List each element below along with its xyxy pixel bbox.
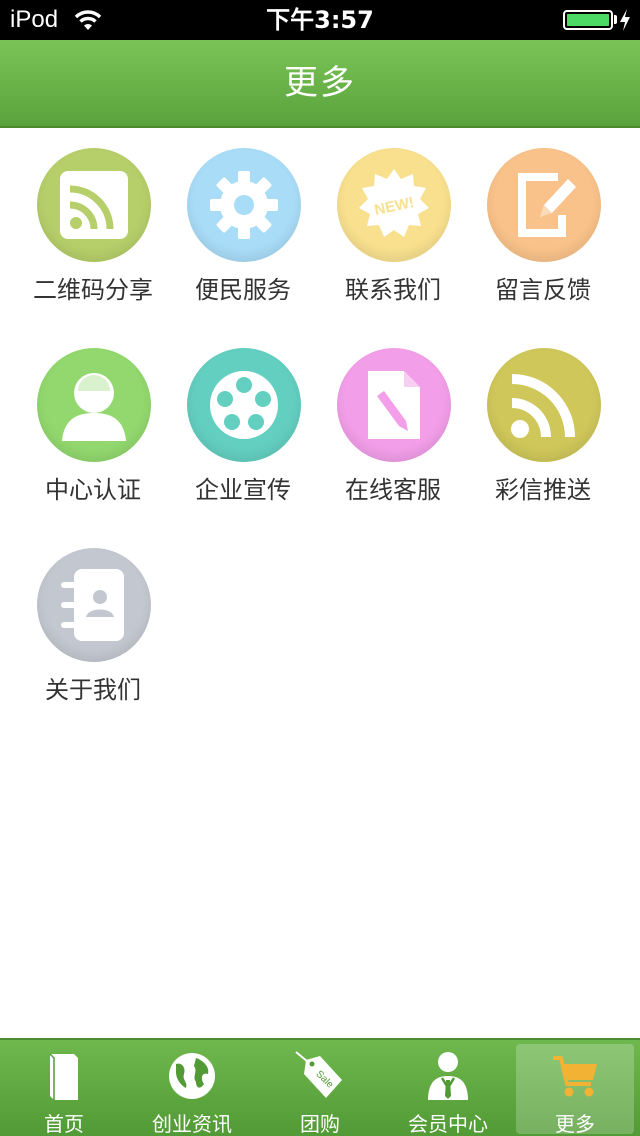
gear-icon xyxy=(210,171,278,239)
tile-circle: NEW! xyxy=(337,148,451,262)
tile-label: 联系我们 xyxy=(345,276,441,304)
battery-tip xyxy=(614,15,617,24)
tile-center-certification[interactable]: 中心认证 xyxy=(18,328,168,508)
rss-square-icon xyxy=(60,171,128,239)
tile-online-service[interactable]: 在线客服 xyxy=(318,328,468,508)
tile-circle xyxy=(37,348,151,462)
charging-bolt-icon xyxy=(620,9,630,31)
navigation-bar: 更多 xyxy=(0,40,640,128)
battery-icon xyxy=(563,10,613,30)
cart-icon xyxy=(553,1056,597,1097)
status-bar: iPod 下午3:57 xyxy=(0,0,640,40)
tile-about-us[interactable]: 关于我们 xyxy=(18,528,168,708)
tile-circle xyxy=(487,148,601,262)
tab-bar: 首页 创业资讯 Sale 团购 会员中心 更多 xyxy=(0,1038,640,1136)
edit-note-icon xyxy=(518,173,576,237)
tile-circle xyxy=(487,348,601,462)
sale-tag-icon: Sale xyxy=(295,1051,342,1098)
film-reel-icon xyxy=(210,371,278,439)
tab-more[interactable]: 更多 xyxy=(516,1044,634,1136)
book-icon xyxy=(49,1053,78,1100)
rss-icon xyxy=(511,374,575,438)
tile-label: 在线客服 xyxy=(345,476,441,504)
tab-label: 创业资讯 xyxy=(152,1112,232,1136)
tile-circle xyxy=(337,348,451,462)
tab-member-center[interactable]: 会员中心 xyxy=(384,1040,512,1136)
tile-label: 关于我们 xyxy=(45,676,141,704)
tile-label: 二维码分享 xyxy=(33,276,153,304)
tile-contact-us[interactable]: NEW! 联系我们 xyxy=(318,128,468,308)
tile-qr-share[interactable]: 二维码分享 xyxy=(18,128,168,308)
tile-feedback[interactable]: 留言反馈 xyxy=(468,128,618,308)
tile-label: 彩信推送 xyxy=(495,476,591,504)
tab-startup-news[interactable]: 创业资讯 xyxy=(128,1040,256,1136)
tile-circle xyxy=(187,348,301,462)
globe-icon xyxy=(169,1053,215,1099)
status-time: 下午3:57 xyxy=(266,6,374,34)
tile-corporate-promotion[interactable]: 企业宣传 xyxy=(168,328,318,508)
tab-label: 团购 xyxy=(300,1112,340,1136)
tab-label: 会员中心 xyxy=(408,1112,488,1136)
tab-home[interactable]: 首页 xyxy=(0,1040,128,1136)
document-pencil-icon xyxy=(368,371,420,439)
tab-label: 更多 xyxy=(555,1112,595,1136)
tile-circle xyxy=(187,148,301,262)
tab-group-buy[interactable]: Sale 团购 xyxy=(256,1040,384,1136)
tile-label: 留言反馈 xyxy=(495,276,591,304)
user-icon xyxy=(62,373,126,441)
tile-circle xyxy=(37,548,151,662)
tab-label: 首页 xyxy=(44,1112,84,1136)
tile-circle xyxy=(37,148,151,262)
page-title: 更多 xyxy=(284,63,356,103)
tile-mms-push[interactable]: 彩信推送 xyxy=(468,328,618,508)
contacts-book-icon xyxy=(61,569,124,641)
new-badge-icon: NEW! xyxy=(359,169,429,237)
member-icon xyxy=(428,1052,468,1100)
tile-convenience-service[interactable]: 便民服务 xyxy=(168,128,318,308)
tile-label: 中心认证 xyxy=(45,476,141,504)
tile-label: 便民服务 xyxy=(195,276,291,304)
tile-label: 企业宣传 xyxy=(195,476,291,504)
